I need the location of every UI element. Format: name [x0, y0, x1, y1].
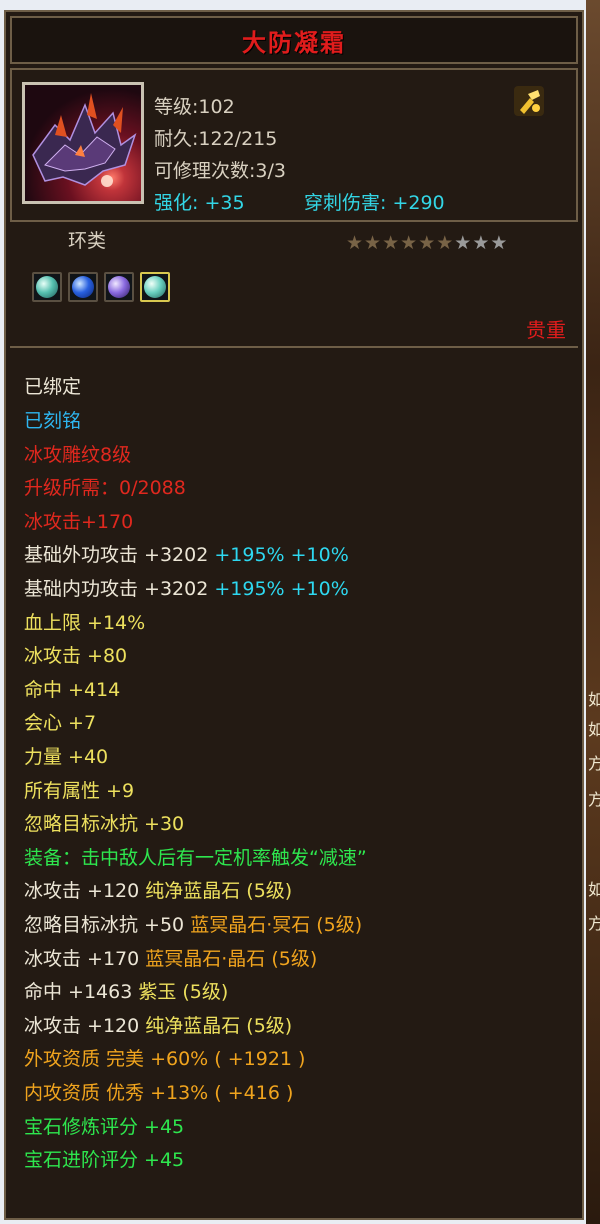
gem-name: 蓝冥晶石·冥石 (5级) [190, 914, 363, 936]
stat-line: 力量 +40 [24, 746, 109, 768]
item-type: 环类 [68, 230, 107, 252]
stat-text: 命中 +1463 [24, 981, 139, 1003]
stat-line: 基础内功攻击 +3202 +195% +10% [24, 574, 349, 601]
gem-slots [32, 272, 170, 302]
blue-crystal-icon [72, 276, 94, 298]
gem-advance-score: 宝石进阶评分 +45 [24, 1149, 185, 1171]
item-pierce: 穿刺伤害: +290 [304, 192, 445, 214]
star-icon: ★ [472, 232, 490, 254]
gem-stat-line: 冰攻击 +120 纯净蓝晶石 (5级) [24, 876, 292, 903]
rarity-label: 贵重 [526, 318, 566, 342]
star-icon: ★ [418, 232, 436, 254]
purple-crystal-icon [108, 276, 130, 298]
stat-line: 命中 +414 [24, 679, 121, 701]
star-icon: ★ [346, 232, 364, 254]
background-text: 如 [588, 880, 600, 899]
star-icon: ★ [400, 232, 418, 254]
stat-line: 忽略目标冰抗 +30 [24, 813, 185, 835]
star-icon: ★ [490, 232, 508, 254]
background-panel: 如 如 方 方 如 方 [586, 0, 600, 1224]
enhance-hammer-icon[interactable] [512, 84, 546, 118]
item-info-box: 等级:102 耐久:122/215 可修理次数:3/3 强化: +35 穿刺伤害… [10, 68, 578, 222]
gem-name: 紫玉 (5级) [138, 981, 229, 1003]
jade-gem-icon [144, 276, 166, 298]
background-text: 方 [588, 914, 600, 933]
engrave-bonus: 冰攻击+170 [24, 511, 134, 533]
stat-line: 血上限 +14% [24, 612, 146, 634]
stat-line: 冰攻击 +80 [24, 645, 128, 667]
stat-line: 会心 +7 [24, 712, 97, 734]
background-text: 方 [588, 754, 600, 773]
gem-refine-score: 宝石修炼评分 +45 [24, 1116, 185, 1138]
item-name: 大防凝霜 [242, 28, 346, 57]
stat-line: 基础外功攻击 +3202 +195% +10% [24, 540, 349, 567]
title-bar: 大防凝霜 [10, 16, 578, 64]
property-list: 已绑定 已刻铭 冰攻雕纹8级 升级所需：0/2088 冰攻击+170 基础外功攻… [10, 346, 578, 1212]
stat-text: 忽略目标冰抗 +50 [24, 914, 191, 936]
gem-stat-line: 命中 +1463 紫玉 (5级) [24, 977, 228, 1004]
item-enhance: 强化: +35 [154, 192, 245, 214]
star-icon: ★ [436, 232, 454, 254]
stat-bonus: +195% +10% [214, 544, 349, 566]
gem-slot[interactable] [68, 272, 98, 302]
gem-stat-line: 冰攻击 +120 纯净蓝晶石 (5级) [24, 1011, 292, 1038]
item-repairs: 可修理次数:3/3 [154, 160, 286, 182]
stat-text: 冰攻击 +170 [24, 948, 146, 970]
star-icon: ★ [382, 232, 400, 254]
gem-slot[interactable] [32, 272, 62, 302]
item-tooltip: 大防凝霜 等级:102 耐久:122/215 可修理次数:3/3 强化: +35… [4, 10, 584, 1220]
equip-effect: 装备：击中敌人后有一定机率触发“减速” [24, 847, 367, 869]
stat-text: 基础外功攻击 +3202 [24, 544, 215, 566]
star-icon: ★ [364, 232, 382, 254]
background-text: 如 [588, 720, 600, 739]
stat-text: 冰攻击 +120 [24, 1015, 146, 1037]
item-durability: 耐久:122/215 [154, 128, 278, 150]
stat-text: 冰攻击 +120 [24, 880, 146, 902]
gem-stat-line: 忽略目标冰抗 +50 蓝冥晶石·冥石 (5级) [24, 910, 362, 937]
item-level: 等级:102 [154, 96, 235, 118]
star-icon: ★ [454, 232, 472, 254]
inner-attack-aptitude: 内攻资质 优秀 +13% ( +416 ) [24, 1082, 294, 1104]
gem-name: 纯净蓝晶石 (5级) [145, 1015, 293, 1037]
background-text: 如 [588, 690, 600, 709]
gem-name: 蓝冥晶石·晶石 (5级) [145, 948, 318, 970]
background-text: 方 [588, 790, 600, 809]
stat-bonus: +195% +10% [214, 578, 349, 600]
bracer-item-icon[interactable] [22, 82, 144, 204]
gem-slot[interactable] [104, 272, 134, 302]
star-rating: ★ ★ ★ ★ ★ ★ ★ ★ ★ [346, 232, 507, 254]
gem-slot[interactable] [140, 272, 170, 302]
bound-status: 已绑定 [24, 376, 82, 398]
gem-stat-line: 冰攻击 +170 蓝冥晶石·晶石 (5级) [24, 944, 317, 971]
upgrade-requirement: 升级所需：0/2088 [24, 477, 186, 499]
engraved-status: 已刻铭 [24, 410, 82, 432]
engrave-level: 冰攻雕纹8级 [24, 444, 132, 466]
outer-attack-aptitude: 外攻资质 完美 +60% ( +1921 ) [24, 1048, 306, 1070]
jade-gem-icon [36, 276, 58, 298]
gem-name: 纯净蓝晶石 (5级) [145, 880, 293, 902]
stat-text: 基础内功攻击 +3202 [24, 578, 215, 600]
stat-line: 所有属性 +9 [24, 780, 135, 802]
